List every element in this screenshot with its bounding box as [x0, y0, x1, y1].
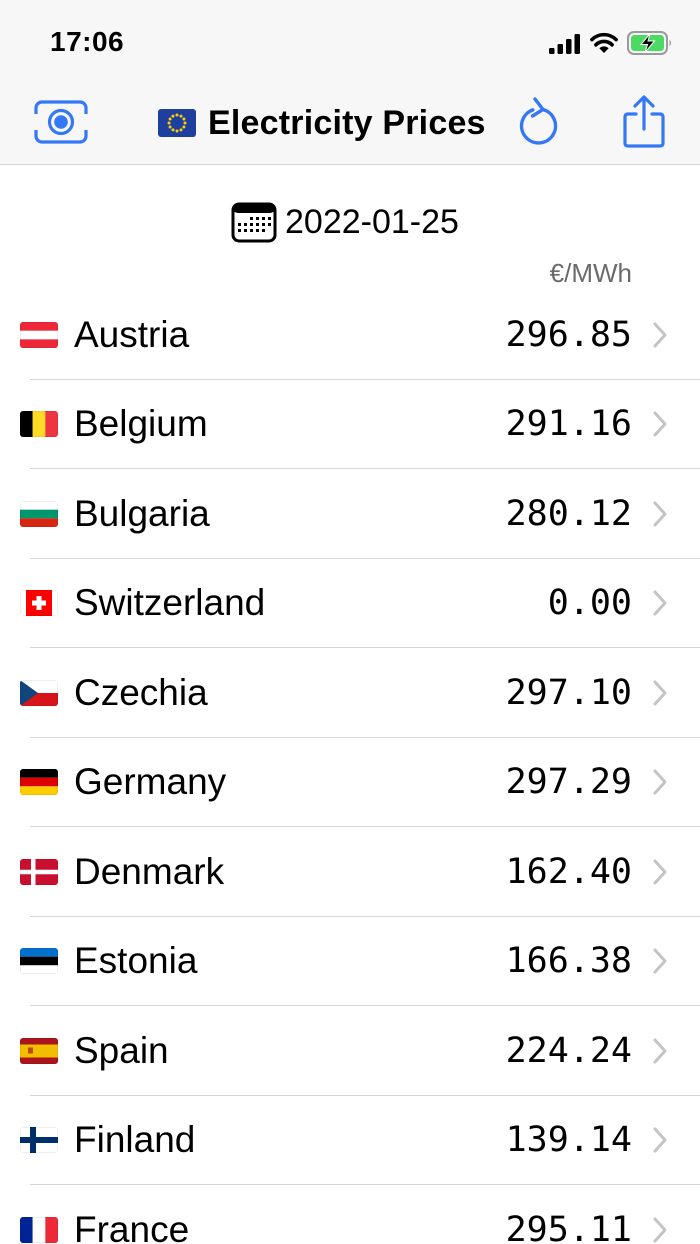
finland-flag-icon [20, 1127, 58, 1154]
country-price: 166.38 [505, 941, 632, 982]
country-name: Denmark [74, 850, 225, 892]
country-price: 0.00 [547, 583, 632, 624]
estonia-flag-icon [20, 948, 58, 975]
battery-charging-icon [627, 31, 671, 55]
chevron-right-icon [653, 769, 667, 795]
cellular-signal-icon [549, 34, 580, 54]
country-name: Czechia [74, 671, 208, 713]
country-list: Austria 296.85 Belgium 291.16 Bulgaria 280.12… [0, 290, 700, 1244]
country-name: Finland [74, 1119, 196, 1161]
chevron-right-icon [653, 1217, 667, 1243]
page-title: Electricity Prices [158, 100, 486, 146]
share-icon [623, 95, 665, 148]
country-row-czechia[interactable]: Czechia 297.10 [0, 648, 700, 738]
denmark-flag-icon [20, 858, 58, 885]
country-name: Switzerland [74, 582, 266, 624]
country-name: Belgium [74, 403, 208, 445]
chevron-right-icon [653, 411, 667, 437]
country-price: 297.29 [505, 762, 632, 803]
country-price: 296.85 [505, 314, 632, 355]
status-time: 17:06 [50, 26, 125, 57]
belgium-flag-icon [20, 411, 58, 438]
country-name: Spain [74, 1029, 169, 1071]
country-price: 280.12 [505, 493, 632, 534]
bulgaria-flag-icon [20, 500, 58, 527]
refresh-icon [519, 97, 558, 145]
country-row-france[interactable]: France 295.11 [0, 1185, 700, 1244]
country-row-belgium[interactable]: Belgium 291.16 [0, 380, 700, 470]
germany-flag-icon [20, 769, 58, 796]
chevron-right-icon [653, 501, 667, 527]
camera-viewfinder-icon [33, 100, 89, 144]
country-row-germany[interactable]: Germany 297.29 [0, 738, 700, 828]
country-row-austria[interactable]: Austria 296.85 [0, 290, 700, 380]
spain-flag-icon [20, 1037, 58, 1064]
country-price: 139.14 [505, 1120, 632, 1161]
switzerland-flag-icon [20, 590, 58, 617]
country-name: Estonia [74, 940, 198, 982]
chevron-right-icon [653, 859, 667, 885]
calendar-icon [231, 202, 277, 243]
country-row-denmark[interactable]: Denmark 162.40 [0, 827, 700, 917]
country-price: 297.10 [505, 672, 632, 713]
country-price: 162.40 [505, 851, 632, 892]
share-button[interactable] [618, 92, 670, 152]
page-title-text: Electricity Prices [208, 103, 486, 142]
unit-label: €/MWh [549, 258, 632, 288]
chevron-right-icon [653, 322, 667, 348]
refresh-button[interactable] [514, 94, 566, 150]
camera-button[interactable] [30, 96, 92, 148]
country-row-bulgaria[interactable]: Bulgaria 280.12 [0, 469, 700, 559]
country-price: 291.16 [505, 404, 632, 445]
date-picker[interactable]: 2022-01-25 [231, 200, 459, 244]
czechia-flag-icon [20, 679, 58, 706]
country-row-estonia[interactable]: Estonia 166.38 [0, 917, 700, 1007]
chevron-right-icon [653, 680, 667, 706]
chevron-right-icon [653, 1127, 667, 1153]
country-row-finland[interactable]: Finland 139.14 [0, 1096, 700, 1186]
navigation-bar: 17:06 Electricity Prices [0, 0, 700, 165]
country-row-switzerland[interactable]: Switzerland 0.00 [0, 559, 700, 649]
wifi-icon [590, 32, 618, 53]
country-name: Austria [74, 313, 190, 355]
country-name: Bulgaria [74, 492, 210, 534]
eu-flag-icon [158, 109, 196, 137]
austria-flag-icon [20, 321, 58, 348]
country-name: France [74, 1208, 190, 1244]
selected-date: 2022-01-25 [285, 202, 459, 241]
country-name: Germany [74, 761, 227, 803]
country-price: 295.11 [505, 1209, 632, 1244]
country-row-spain[interactable]: Spain 224.24 [0, 1006, 700, 1096]
country-price: 224.24 [505, 1030, 632, 1071]
chevron-right-icon [653, 590, 667, 616]
chevron-right-icon [653, 948, 667, 974]
chevron-right-icon [653, 1038, 667, 1064]
france-flag-icon [20, 1216, 58, 1243]
